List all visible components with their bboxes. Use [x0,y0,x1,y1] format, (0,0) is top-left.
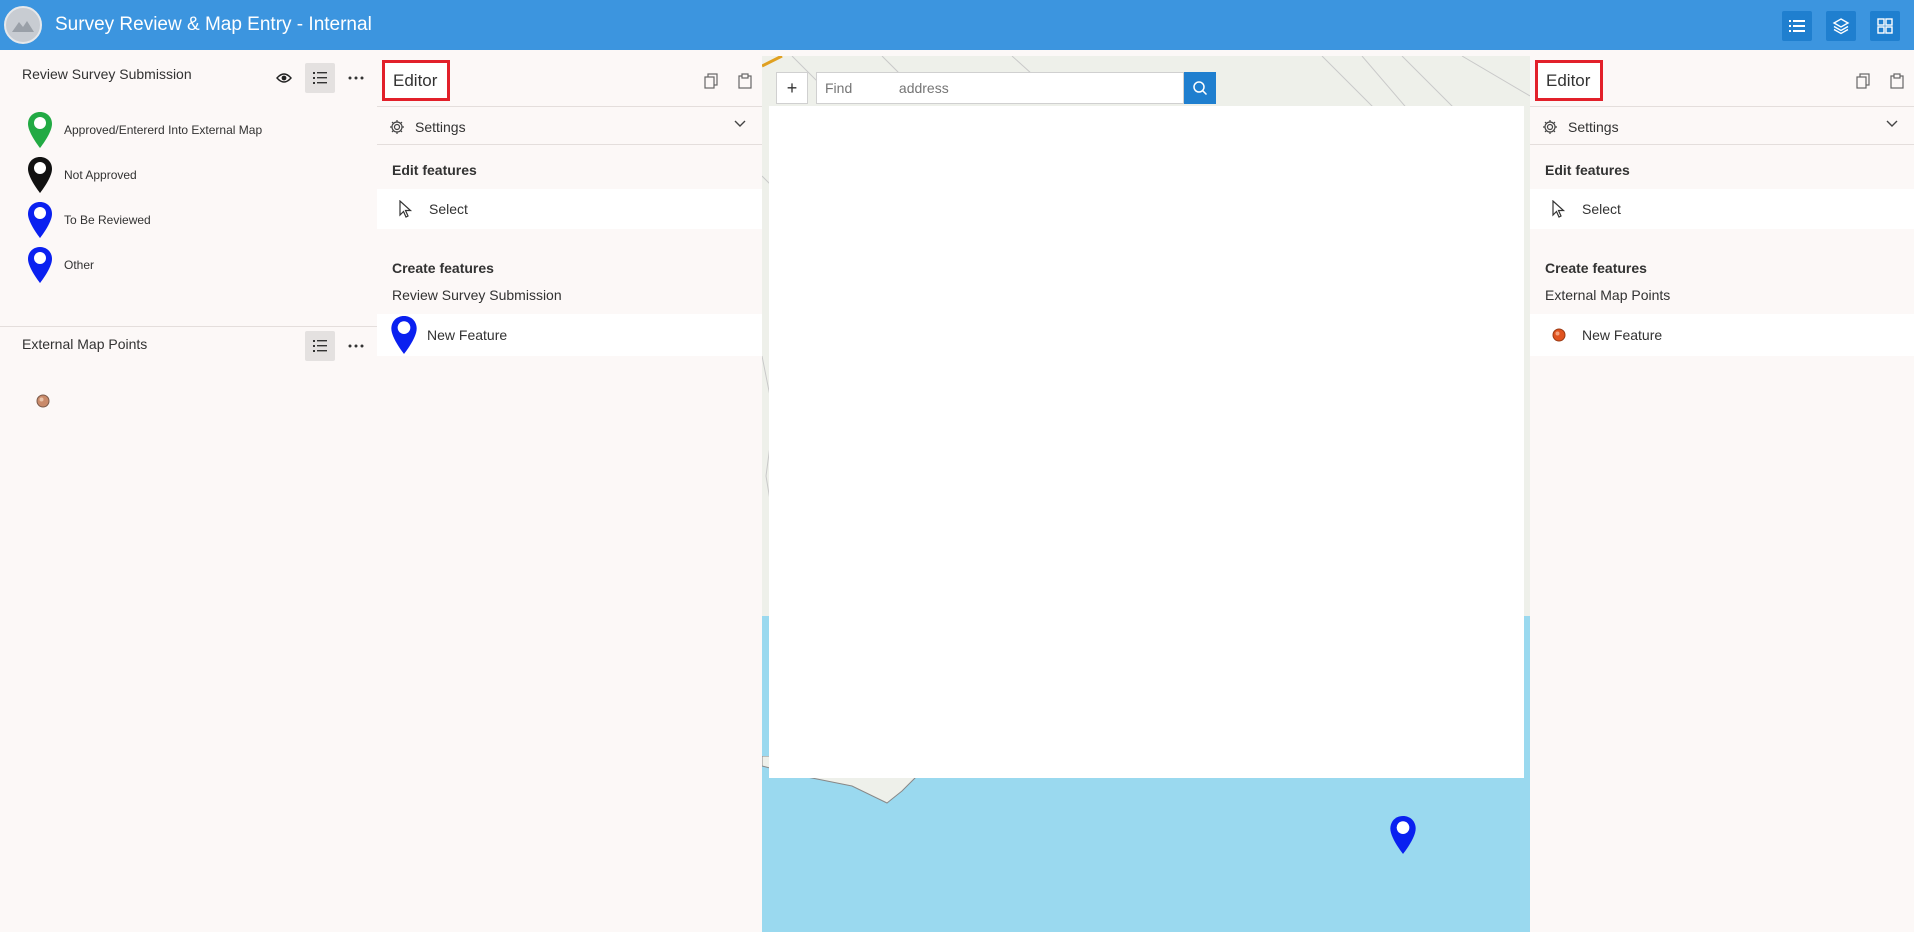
search-bar: + [776,72,1216,104]
search-input[interactable] [816,72,1184,104]
settings-row[interactable]: Settings [377,110,762,144]
select-label: Select [1582,201,1621,217]
legend-item-label: Approved/Entererd Into External Map [64,123,263,137]
legend-item-to-be-reviewed: To Be Reviewed [28,202,151,238]
select-tool-row[interactable]: Select [377,189,762,229]
create-layer-label: External Map Points [1545,287,1671,303]
visibility-eye-icon[interactable] [269,63,299,93]
settings-row[interactable]: Settings [1530,110,1914,144]
legend-divider [0,326,377,327]
legend-item-other: Other [28,247,94,283]
new-feature-label: New Feature [1582,327,1663,343]
layers-icon[interactable] [1826,11,1856,41]
legend-item-external-point [36,394,50,408]
legend-layer-title: External Map Points [22,336,148,352]
paste-icon[interactable] [732,68,758,94]
editor-separator [1530,106,1914,107]
chevron-down-icon [734,120,746,127]
editor-separator [377,144,762,145]
editor-title: Editor [382,60,451,101]
legend-list-icon[interactable] [305,331,335,361]
map-pin-icon [391,316,417,354]
new-feature-row[interactable]: New Feature [1530,314,1914,356]
editor-panel-1: Editor Settings Edit features Select Cre… [377,56,762,932]
editor-separator [1530,144,1914,145]
app-logo-icon [4,6,42,44]
legend-item-approved: Approved/Entererd Into External Map [28,112,262,148]
legend-panel: Review Survey Submission Approved/Entere… [0,56,377,932]
copy-icon[interactable] [698,68,724,94]
map-feature-pin-icon[interactable] [1390,816,1416,854]
cursor-arrow-icon [1552,200,1566,218]
create-layer-label: Review Survey Submission [392,287,562,303]
map-pin-icon [28,202,52,238]
gear-icon [1543,120,1557,134]
select-label: Select [429,201,468,217]
editor-title: Editor [1535,60,1604,101]
paste-icon[interactable] [1884,68,1910,94]
new-feature-row[interactable]: New Feature [377,314,762,356]
settings-label: Settings [1568,119,1619,135]
app-header: Survey Review & Map Entry - Internal [0,0,1914,50]
create-features-heading: Create features [1545,260,1647,276]
gear-icon [390,120,404,134]
zoom-in-button[interactable]: + [776,72,808,104]
grid-icon[interactable] [1870,11,1900,41]
create-features-heading: Create features [392,260,494,276]
editor-panel-2: Editor Settings Edit features Select Cre… [1530,56,1914,932]
app-title: Survey Review & Map Entry - Internal [55,14,372,35]
map-pin-icon [28,247,52,283]
map-overlay-blank [769,106,1524,778]
point-symbol-icon [1552,328,1566,342]
editor-separator [377,106,762,107]
point-symbol-icon [36,394,50,408]
legend-item-label: To Be Reviewed [64,213,151,227]
edit-features-heading: Edit features [392,162,477,178]
cursor-arrow-icon [399,200,413,218]
more-options-icon[interactable] [341,331,371,361]
settings-label: Settings [415,119,466,135]
copy-icon[interactable] [1850,68,1876,94]
legend-item-label: Not Approved [64,168,137,182]
map-pin-icon [28,157,52,193]
select-tool-row[interactable]: Select [1530,189,1914,229]
map-pin-icon [28,112,52,148]
legend-layer-title: Review Survey Submission [22,66,192,82]
chevron-down-icon [1886,120,1898,127]
edit-features-heading: Edit features [1545,162,1630,178]
more-options-icon[interactable] [341,63,371,93]
legend-item-label: Other [64,258,95,272]
new-feature-label: New Feature [427,327,508,343]
list-icon[interactable] [1782,11,1812,41]
legend-list-icon[interactable] [305,63,335,93]
map-view[interactable]: + [762,56,1530,932]
search-icon[interactable] [1184,72,1216,104]
legend-item-not-approved: Not Approved [28,157,137,193]
